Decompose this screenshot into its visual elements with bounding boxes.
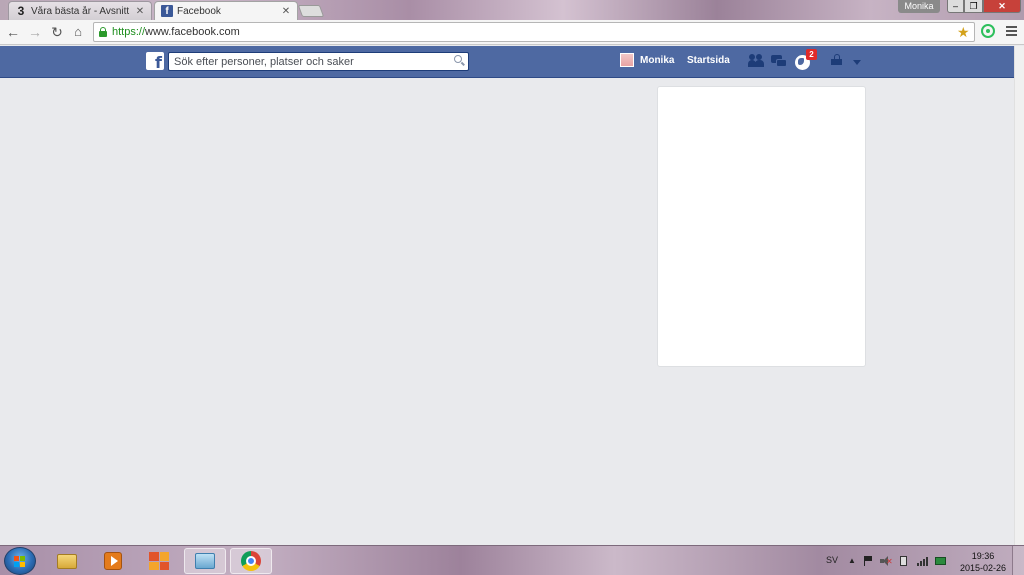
- language-indicator[interactable]: SV: [826, 555, 838, 565]
- device-icon[interactable]: [899, 556, 909, 566]
- back-arrow-icon[interactable]: ←: [4, 23, 22, 41]
- page-scrollbar[interactable]: [1014, 46, 1024, 545]
- windows-taskbar: SV ▲ ✕ 19:36 2015-02-26: [0, 545, 1024, 575]
- home-link[interactable]: Startsida: [687, 55, 730, 66]
- facebook-header: f Monika Startsida 2: [0, 46, 1024, 78]
- tab-strip: 3 Våra bästa år - Avsnitt 451 ✕ f Facebo…: [0, 0, 1024, 20]
- extension-icon[interactable]: [981, 24, 995, 38]
- close-window-button[interactable]: ✕: [983, 0, 1021, 13]
- notification-badge: 2: [806, 49, 817, 60]
- action-center-flag-icon[interactable]: [864, 556, 874, 566]
- search-input[interactable]: [169, 53, 444, 70]
- facebook-search[interactable]: [168, 52, 469, 71]
- minimize-button[interactable]: –: [947, 0, 964, 13]
- office-icon: [149, 552, 169, 570]
- taskbar-chrome[interactable]: [230, 548, 272, 574]
- tab-title: Våra bästa år - Avsnitt 451: [31, 5, 131, 17]
- messages-icon[interactable]: [771, 54, 787, 70]
- maximize-button[interactable]: ❐: [964, 0, 983, 13]
- close-tab-icon[interactable]: ✕: [281, 6, 291, 17]
- browser-toolbar: ← → ↻ ⌂ https://www.facebook.com ★: [0, 20, 1024, 45]
- right-column-card: [657, 86, 866, 367]
- privacy-lock-icon[interactable]: [831, 54, 843, 66]
- tab-vara-basta-ar[interactable]: 3 Våra bästa år - Avsnitt 451 ✕: [8, 1, 152, 20]
- media-player-icon: [104, 552, 122, 570]
- taskbar-file-explorer[interactable]: [46, 548, 88, 574]
- signal-strength-icon[interactable]: [917, 556, 928, 566]
- url-text[interactable]: https://www.facebook.com: [112, 26, 240, 38]
- profile-name: Monika: [640, 54, 675, 66]
- taskbar-clock[interactable]: 19:36 2015-02-26: [958, 550, 1008, 574]
- volume-muted-icon[interactable]: ✕: [880, 556, 893, 566]
- taskbar-media-player[interactable]: [92, 548, 134, 574]
- facebook-icon: f: [161, 5, 173, 17]
- windows-flag-icon: [14, 556, 26, 567]
- network-icon[interactable]: [935, 556, 946, 566]
- taskbar-explorer-window[interactable]: [184, 548, 226, 574]
- profile-link[interactable]: Monika: [620, 53, 674, 67]
- tab-facebook[interactable]: f Facebook ✕: [154, 1, 298, 20]
- search-icon[interactable]: [454, 55, 465, 66]
- tab-title: Facebook: [177, 5, 221, 17]
- home-icon[interactable]: ⌂: [69, 23, 87, 41]
- start-button[interactable]: [4, 547, 36, 575]
- account-caret-icon[interactable]: [853, 60, 861, 65]
- chrome-icon: [241, 551, 261, 571]
- avatar: [620, 53, 634, 67]
- forward-arrow-icon[interactable]: →: [26, 23, 44, 41]
- menu-icon[interactable]: [1006, 26, 1017, 38]
- show-hidden-icons-icon[interactable]: ▲: [848, 556, 858, 566]
- show-desktop-button[interactable]: [1012, 546, 1024, 575]
- close-tab-icon[interactable]: ✕: [135, 6, 145, 17]
- address-bar[interactable]: https://www.facebook.com ★: [93, 22, 975, 42]
- taskbar-office[interactable]: [138, 548, 180, 574]
- clock-date: 2015-02-26: [959, 563, 1007, 573]
- clock-time: 19:36: [971, 551, 995, 561]
- browser-user-badge[interactable]: Monika: [898, 0, 940, 13]
- friend-requests-icon[interactable]: [748, 54, 764, 70]
- three-channel-icon: 3: [17, 4, 25, 18]
- new-tab-button[interactable]: [297, 5, 325, 17]
- folder-icon: [57, 553, 77, 569]
- reload-icon[interactable]: ↻: [48, 23, 66, 41]
- facebook-logo[interactable]: f: [146, 52, 164, 70]
- bookmark-star-icon[interactable]: ★: [957, 24, 970, 41]
- explorer-icon: [195, 553, 215, 569]
- lock-icon: [99, 27, 107, 37]
